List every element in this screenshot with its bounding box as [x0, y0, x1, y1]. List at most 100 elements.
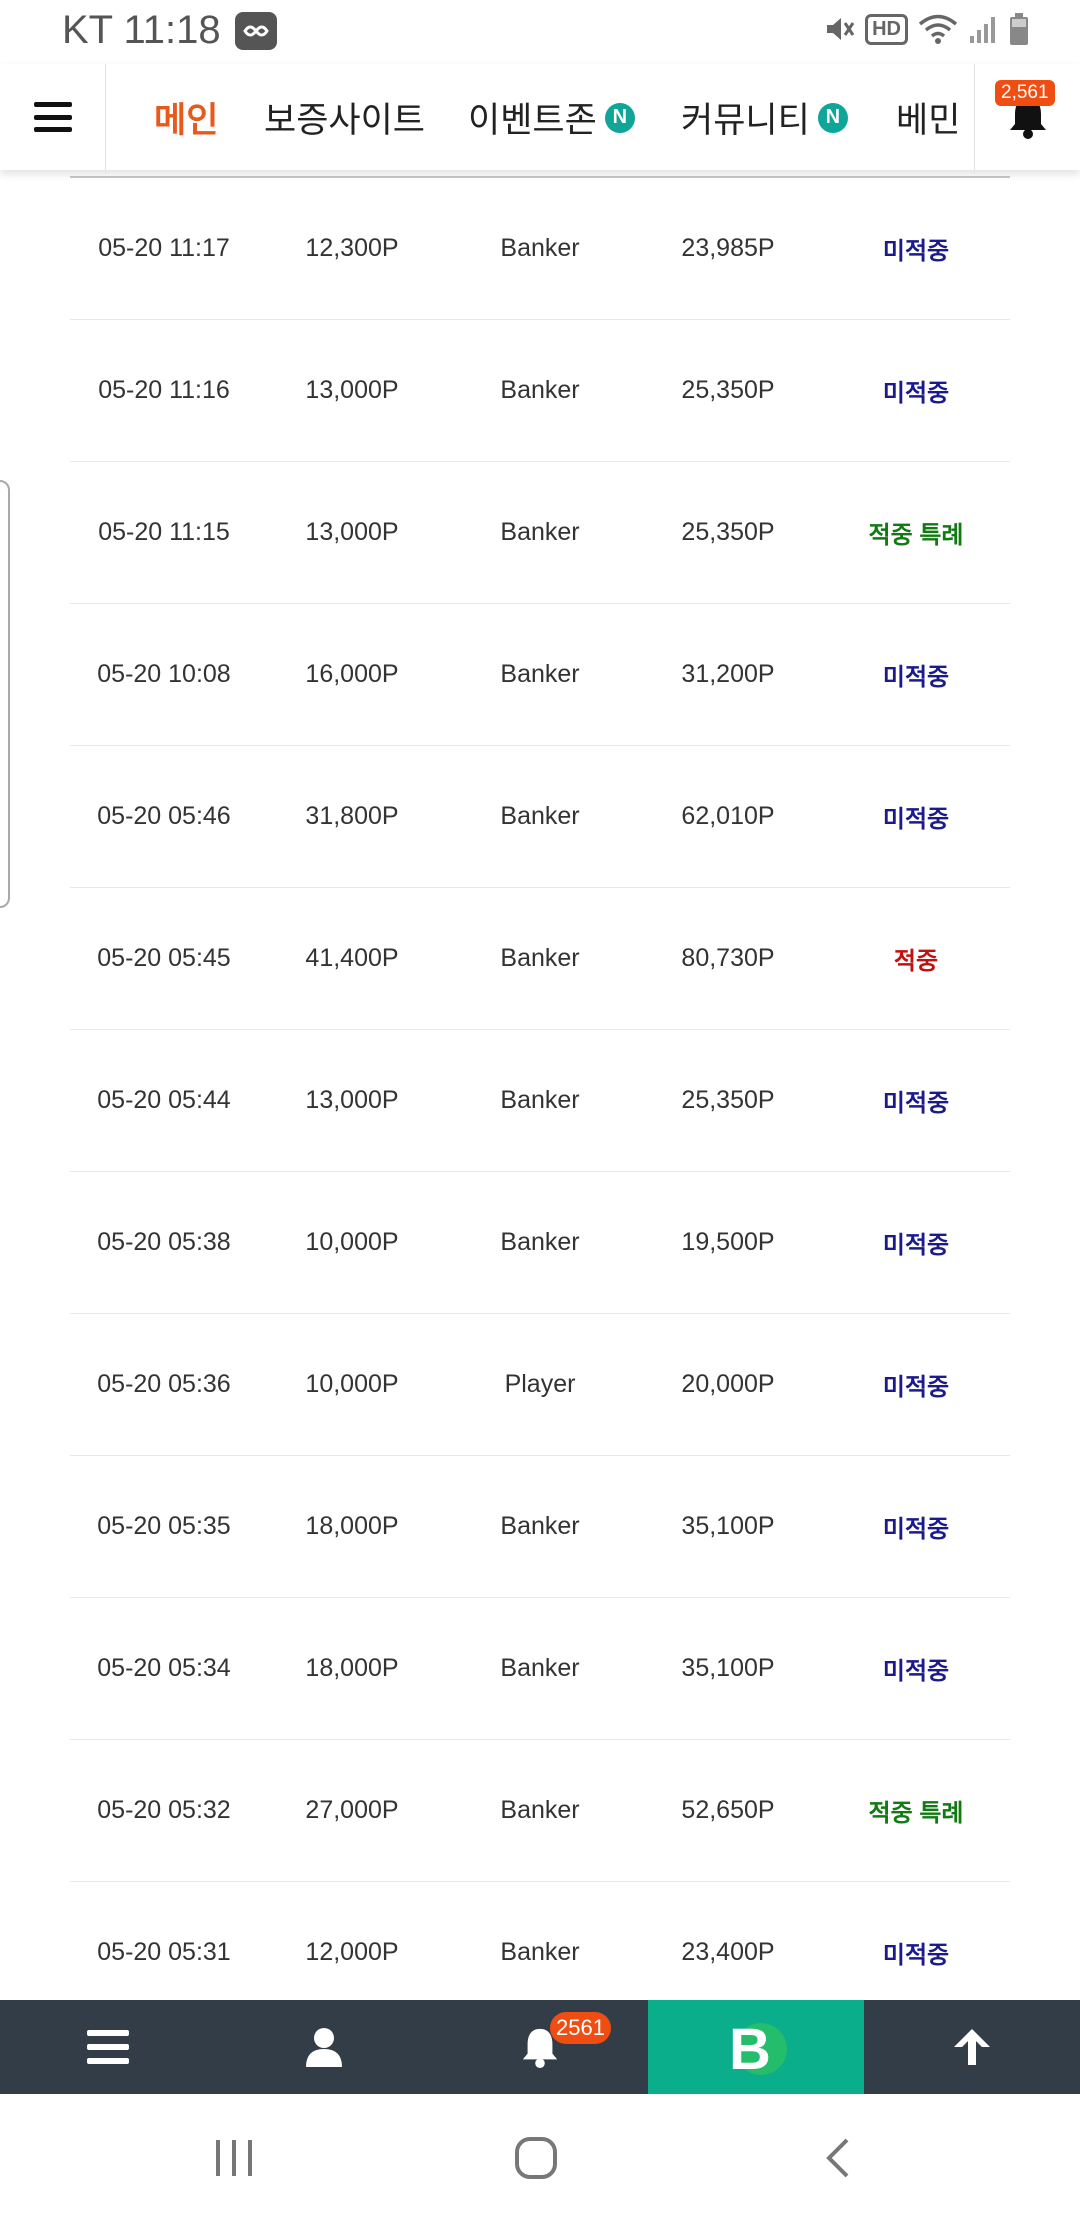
bet-amount-cell: 27,000P: [305, 1796, 399, 1824]
chat-app-icon: [234, 11, 277, 50]
pick-cell: Banker: [500, 660, 580, 688]
bet-amount-cell: 12,300P: [305, 234, 399, 262]
bottom-app-bar: 2561 B: [0, 2000, 1080, 2094]
table-row: 05-20 05:38 10,000P Banker 19,500P 미적중: [70, 1172, 1010, 1314]
tab-bemin[interactable]: 베민: [896, 92, 960, 143]
wifi-icon: [918, 13, 958, 45]
pick-cell: Banker: [500, 1654, 580, 1682]
pick-cell: Banker: [500, 1796, 580, 1824]
side-drawer-handle[interactable]: [0, 480, 10, 908]
tab-event-zone[interactable]: 이벤트존 N: [468, 92, 635, 143]
table-row: 05-20 05:34 18,000P Banker 35,100P 미적중: [70, 1598, 1010, 1740]
user-icon: [306, 2028, 342, 2067]
payout-cell: 23,985P: [681, 234, 775, 262]
tab-label: 이벤트존: [468, 101, 597, 140]
bet-amount-cell: 10,000P: [305, 1228, 399, 1256]
date-cell: 05-20 05:36: [97, 1370, 231, 1398]
table-row: 05-20 05:36 10,000P Player 20,000P 미적중: [70, 1314, 1010, 1456]
tab-community[interactable]: 커뮤니티 N: [681, 92, 848, 143]
home-button[interactable]: [506, 2130, 566, 2186]
notification-count-badge: 2,561: [995, 80, 1055, 106]
date-cell: 05-20 05:32: [97, 1796, 231, 1824]
back-button[interactable]: [808, 2130, 868, 2186]
bet-amount-cell: 18,000P: [305, 1512, 399, 1540]
status-bar: KT 11:18 HD: [0, 0, 1080, 64]
date-cell: 05-20 11:16: [98, 376, 230, 404]
bet-amount-cell: 31,800P: [305, 802, 399, 830]
payout-cell: 25,350P: [681, 376, 775, 404]
result-cell: 미적중: [882, 1658, 950, 1685]
brand-logo-icon: B: [729, 2017, 787, 2077]
payout-cell: 80,730P: [681, 944, 775, 972]
hamburger-icon: [33, 102, 72, 132]
pick-cell: Banker: [500, 518, 580, 546]
tab-main[interactable]: 메인: [154, 92, 218, 143]
date-cell: 05-20 10:08: [97, 660, 231, 688]
date-cell: 05-20 05:38: [97, 1228, 231, 1256]
result-cell: 적중 특례: [868, 522, 964, 549]
recent-apps-icon: [216, 2140, 252, 2176]
bottom-menu-button[interactable]: [0, 2000, 216, 2094]
date-cell: 05-20 11:15: [98, 518, 230, 546]
tab-label: 커뮤니티: [681, 101, 810, 140]
payout-cell: 52,650P: [681, 1796, 775, 1824]
profile-button[interactable]: [216, 2000, 432, 2094]
payout-cell: 35,100P: [681, 1654, 775, 1682]
pick-cell: Banker: [500, 802, 580, 830]
result-cell: 미적중: [882, 238, 950, 265]
menu-button[interactable]: [0, 64, 106, 170]
pick-cell: Banker: [500, 1228, 580, 1256]
table-row: 05-20 05:44 13,000P Banker 25,350P 미적중: [70, 1030, 1010, 1172]
recent-apps-button[interactable]: [204, 2130, 264, 2186]
pick-cell: Banker: [500, 1086, 580, 1114]
tab-verified-sites[interactable]: 보증사이트: [264, 92, 425, 143]
date-cell: 05-20 05:34: [97, 1654, 231, 1682]
bet-amount-cell: 13,000P: [305, 518, 399, 546]
scroll-top-button[interactable]: [864, 2000, 1080, 2094]
bet-history-table: 05-20 11:17 12,300P Banker 23,985P 미적중 0…: [70, 170, 1010, 2024]
notification-count-badge: 2561: [550, 2012, 611, 2044]
notifications-button[interactable]: 2,561: [974, 64, 1080, 170]
pick-cell: Banker: [500, 1938, 580, 1966]
bet-amount-cell: 13,000P: [305, 1086, 399, 1114]
result-cell: 미적중: [882, 1942, 950, 1969]
payout-cell: 23,400P: [681, 1938, 775, 1966]
pick-cell: Banker: [500, 234, 580, 262]
hd-voice-icon: HD: [865, 13, 908, 45]
new-badge: N: [604, 102, 635, 133]
date-cell: 05-20 05:35: [97, 1512, 231, 1540]
pick-cell: Player: [504, 1370, 576, 1398]
brand-home-button[interactable]: B: [648, 2000, 864, 2094]
pick-cell: Banker: [500, 944, 580, 972]
result-cell: 미적중: [882, 1374, 950, 1401]
payout-cell: 19,500P: [681, 1228, 775, 1256]
table-row: 05-20 05:35 18,000P Banker 35,100P 미적중: [70, 1456, 1010, 1598]
home-icon: [515, 2137, 557, 2179]
tab-label: 보증사이트: [264, 101, 426, 140]
date-cell: 05-20 05:45: [97, 944, 231, 972]
bet-amount-cell: 41,400P: [305, 944, 399, 972]
pick-cell: Banker: [500, 376, 580, 404]
table-row: 05-20 11:16 13,000P Banker 25,350P 미적중: [70, 320, 1010, 462]
menu-icon: [87, 2030, 129, 2064]
date-cell: 05-20 11:17: [98, 234, 230, 262]
payout-cell: 25,350P: [681, 518, 775, 546]
table-row: 05-20 05:45 41,400P Banker 80,730P 적중: [70, 888, 1010, 1030]
back-icon: [826, 2138, 849, 2178]
date-cell: 05-20 05:46: [97, 802, 231, 830]
bet-amount-cell: 10,000P: [305, 1370, 399, 1398]
tab-label: 베민: [896, 101, 961, 140]
result-cell: 미적중: [882, 664, 950, 691]
tab-label: 메인: [154, 101, 219, 140]
mute-icon: [823, 13, 855, 45]
bottom-notifications-button[interactable]: 2561: [432, 2000, 648, 2094]
date-cell: 05-20 05:44: [97, 1086, 231, 1114]
bet-amount-cell: 12,000P: [305, 1938, 399, 1966]
payout-cell: 31,200P: [681, 660, 775, 688]
result-cell: 미적중: [882, 1090, 950, 1117]
carrier-time: KT 11:18: [62, 8, 221, 52]
table-row: 05-20 05:46 31,800P Banker 62,010P 미적중: [70, 746, 1010, 888]
new-badge: N: [817, 102, 848, 133]
table-row: 05-20 05:32 27,000P Banker 52,650P 적중 특례: [70, 1740, 1010, 1882]
logo-letter: B: [729, 2017, 771, 2077]
